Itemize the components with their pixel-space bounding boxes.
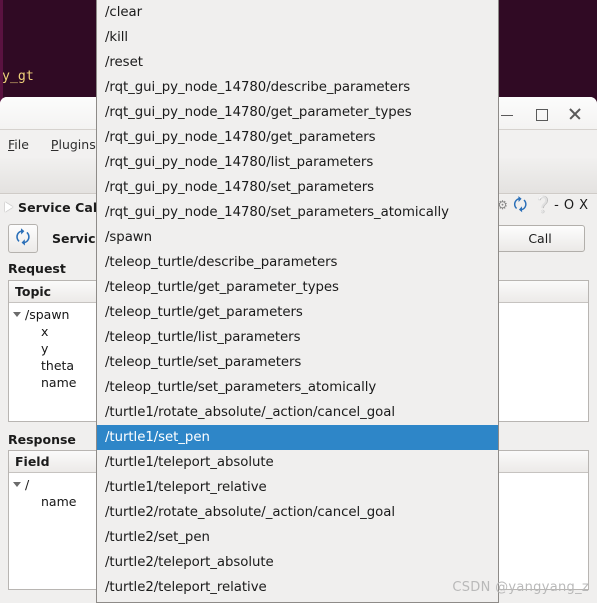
gear-icon[interactable]: ⚙ [497, 199, 510, 212]
menu-plugins[interactable]: Plugins [51, 137, 96, 152]
response-column-field[interactable]: Field [9, 450, 99, 473]
menu-file-rest: ile [14, 136, 29, 152]
refresh-icon: 🗘 [15, 227, 31, 248]
dropdown-item[interactable]: /teleop_turtle/set_parameters [97, 350, 498, 375]
response-row-label: name [41, 494, 77, 509]
dropdown-item[interactable]: /rqt_gui_py_node_14780/set_parameters_at… [97, 200, 498, 225]
dropdown-item[interactable]: /turtle1/teleport_relative [97, 475, 498, 500]
dropdown-item[interactable]: /turtle1/rotate_absolute/_action/cancel_… [97, 400, 498, 425]
request-row-label: name [41, 375, 77, 390]
dock-float-button[interactable]: O [563, 198, 575, 213]
response-section-label: Response [8, 432, 76, 447]
expand-arrow-icon[interactable] [9, 482, 25, 487]
dropdown-item[interactable]: /reset [97, 50, 498, 75]
expand-arrow-icon[interactable] [9, 312, 25, 317]
dropdown-item[interactable]: /kill [97, 25, 498, 50]
service-dropdown-list[interactable]: /clear /kill /reset /rqt_gui_py_node_147… [96, 0, 499, 603]
dropdown-item[interactable]: /teleop_turtle/list_parameters [97, 325, 498, 350]
dropdown-item[interactable]: /teleop_turtle/get_parameter_types [97, 275, 498, 300]
screen-root: y_gt Warning: I se QT_QPA_PL to run on [… [0, 0, 597, 603]
request-section-label: Request [8, 261, 66, 276]
response-row-label: / [25, 477, 30, 492]
dropdown-item[interactable]: /rqt_gui_py_node_14780/describe_paramete… [97, 75, 498, 100]
collapse-arrow-icon[interactable] [3, 201, 16, 214]
dropdown-item-selected[interactable]: /turtle1/set_pen [97, 425, 498, 450]
dropdown-item[interactable]: /rqt_gui_py_node_14780/list_parameters [97, 150, 498, 175]
dropdown-item[interactable]: /teleop_turtle/describe_parameters [97, 250, 498, 275]
dropdown-item[interactable]: /turtle2/rotate_absolute/_action/cancel_… [97, 500, 498, 525]
request-column-topic[interactable]: Topic [9, 280, 99, 303]
minimize-icon[interactable] [499, 106, 515, 122]
help-icon[interactable]: ❔ [533, 197, 553, 214]
dropdown-item[interactable]: /turtle2/teleport_absolute [97, 550, 498, 575]
menu-file[interactable]: File [8, 137, 29, 152]
window-controls [499, 97, 589, 130]
dock-header-icons: ⚙ 🗘 ❔ - O X [497, 197, 589, 214]
dropdown-item[interactable]: /clear [97, 0, 498, 25]
refresh-icon[interactable]: 🗘 [513, 197, 530, 214]
request-row-label: y [41, 341, 49, 356]
dropdown-item[interactable]: /turtle2/set_pen [97, 525, 498, 550]
dropdown-item[interactable]: /turtle2/teleport_relative [97, 575, 498, 600]
dropdown-item[interactable]: /rqt_gui_py_node_14780/set_parameters [97, 175, 498, 200]
dropdown-item[interactable]: /spawn [97, 225, 498, 250]
maximize-icon[interactable] [533, 106, 549, 122]
dropdown-item[interactable]: /rqt_gui_py_node_14780/get_parameters [97, 125, 498, 150]
dock-minimize-button[interactable]: - [553, 198, 560, 213]
dock-close-button[interactable]: X [578, 198, 589, 213]
dropdown-item[interactable]: /turtle1/teleport_absolute [97, 450, 498, 475]
request-row-label: theta [41, 358, 75, 373]
request-row-label: /spawn [25, 307, 70, 322]
refresh-services-button[interactable]: 🗘 [8, 223, 38, 253]
dropdown-item[interactable]: /teleop_turtle/get_parameters [97, 300, 498, 325]
menu-plugins-rest: lugins [58, 136, 96, 152]
dropdown-item[interactable]: /teleop_turtle/set_parameters_atomically [97, 375, 498, 400]
watermark: CSDN @yangyang_z [452, 580, 589, 595]
close-icon[interactable] [567, 106, 583, 122]
call-button[interactable]: Call [495, 224, 585, 252]
dropdown-item[interactable]: /rqt_gui_py_node_14780/get_parameter_typ… [97, 100, 498, 125]
request-row-label: x [41, 324, 49, 339]
